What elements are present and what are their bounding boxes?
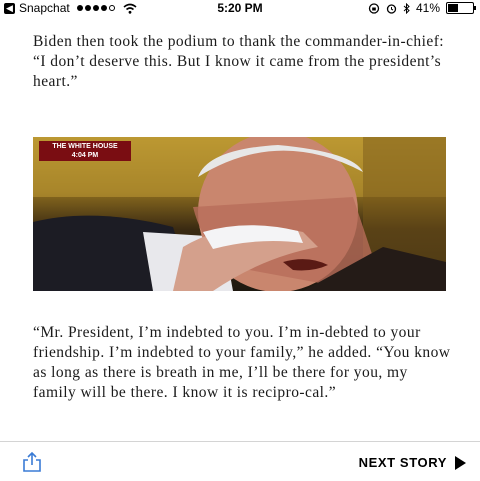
- next-story-label: NEXT STORY: [358, 455, 447, 470]
- status-bar: ◀ Snapchat 5:20 PM 41%: [0, 0, 480, 16]
- news-chyron: THE WHITE HOUSE 4:04 PM: [39, 141, 131, 161]
- status-bar-left: ◀ Snapchat: [4, 1, 137, 15]
- battery-icon: [446, 2, 476, 14]
- battery-percent: 41%: [415, 1, 440, 15]
- play-arrow-icon: [455, 455, 466, 470]
- next-story-button[interactable]: NEXT STORY: [359, 455, 466, 470]
- rotation-lock-icon: [368, 2, 380, 14]
- bluetooth-icon: [403, 2, 410, 14]
- battery-fill: [448, 4, 458, 12]
- article-paragraph-1: Biden then took the podium to thank the …: [33, 33, 445, 90]
- chyron-title: THE WHITE HOUSE: [52, 143, 118, 150]
- signal-strength-icon: [76, 5, 115, 11]
- back-to-app-icon[interactable]: ◀: [4, 2, 15, 14]
- wifi-icon: [123, 3, 137, 14]
- article-photo: THE WHITE HOUSE 4:04 PM: [33, 137, 446, 291]
- bottom-toolbar: NEXT STORY: [0, 441, 480, 481]
- alarm-clock-icon: [386, 3, 397, 14]
- share-icon[interactable]: [21, 451, 43, 473]
- status-bar-right: 41%: [368, 1, 476, 15]
- chyron-time: 4:04 PM: [71, 152, 99, 159]
- article-paragraph-2: “Mr. President, I’m indebted to you. I’m…: [33, 324, 451, 401]
- back-app-label[interactable]: Snapchat: [19, 1, 70, 15]
